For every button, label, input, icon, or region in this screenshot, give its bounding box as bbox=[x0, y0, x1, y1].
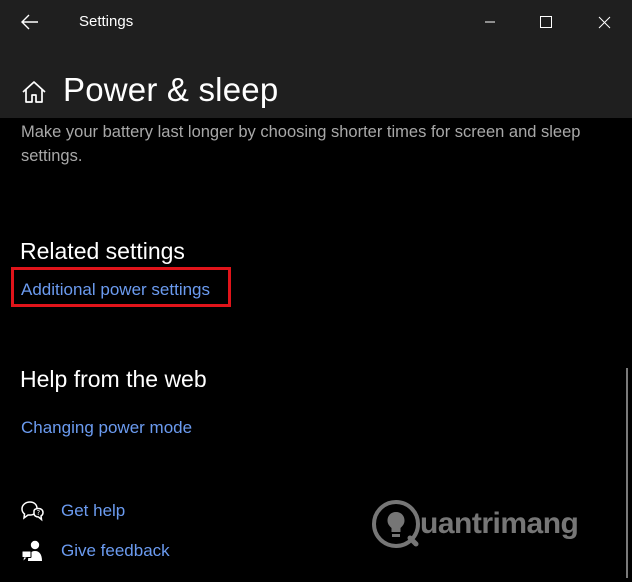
maximize-icon bbox=[540, 16, 552, 28]
scrollbar[interactable] bbox=[626, 368, 628, 578]
settings-window: Settings Power & sleep Make your battery… bbox=[0, 0, 632, 582]
additional-power-settings-link[interactable]: Additional power settings bbox=[21, 280, 210, 300]
back-button[interactable] bbox=[8, 4, 52, 40]
give-feedback-link[interactable]: Give feedback bbox=[61, 541, 170, 561]
get-help-link[interactable]: Get help bbox=[61, 501, 125, 521]
back-arrow-icon bbox=[21, 14, 38, 30]
maximize-button[interactable] bbox=[523, 0, 569, 44]
home-icon bbox=[22, 81, 46, 103]
page-description: Make your battery last longer by choosin… bbox=[21, 123, 581, 165]
feedback-icon bbox=[19, 538, 45, 564]
help-from-web-heading: Help from the web bbox=[20, 366, 207, 392]
minimize-icon bbox=[485, 21, 495, 23]
chat-help-icon: ? bbox=[19, 498, 45, 524]
page-title: Power & sleep bbox=[63, 71, 279, 108]
related-settings-heading: Related settings bbox=[20, 238, 185, 264]
watermark-text: uantrimang bbox=[420, 507, 579, 540]
give-feedback-row[interactable]: Give feedback bbox=[19, 538, 170, 564]
get-help-row[interactable]: ? Get help bbox=[19, 498, 125, 524]
svg-text:?: ? bbox=[36, 509, 40, 517]
changing-power-mode-link[interactable]: Changing power mode bbox=[21, 418, 192, 438]
close-icon bbox=[598, 16, 610, 28]
title-bar: Settings bbox=[0, 0, 632, 44]
minimize-button[interactable] bbox=[467, 0, 513, 44]
lightbulb-logo-icon bbox=[372, 500, 420, 548]
watermark: uantrimang bbox=[370, 496, 579, 552]
close-button[interactable] bbox=[581, 0, 627, 44]
window-title: Settings bbox=[79, 13, 134, 30]
